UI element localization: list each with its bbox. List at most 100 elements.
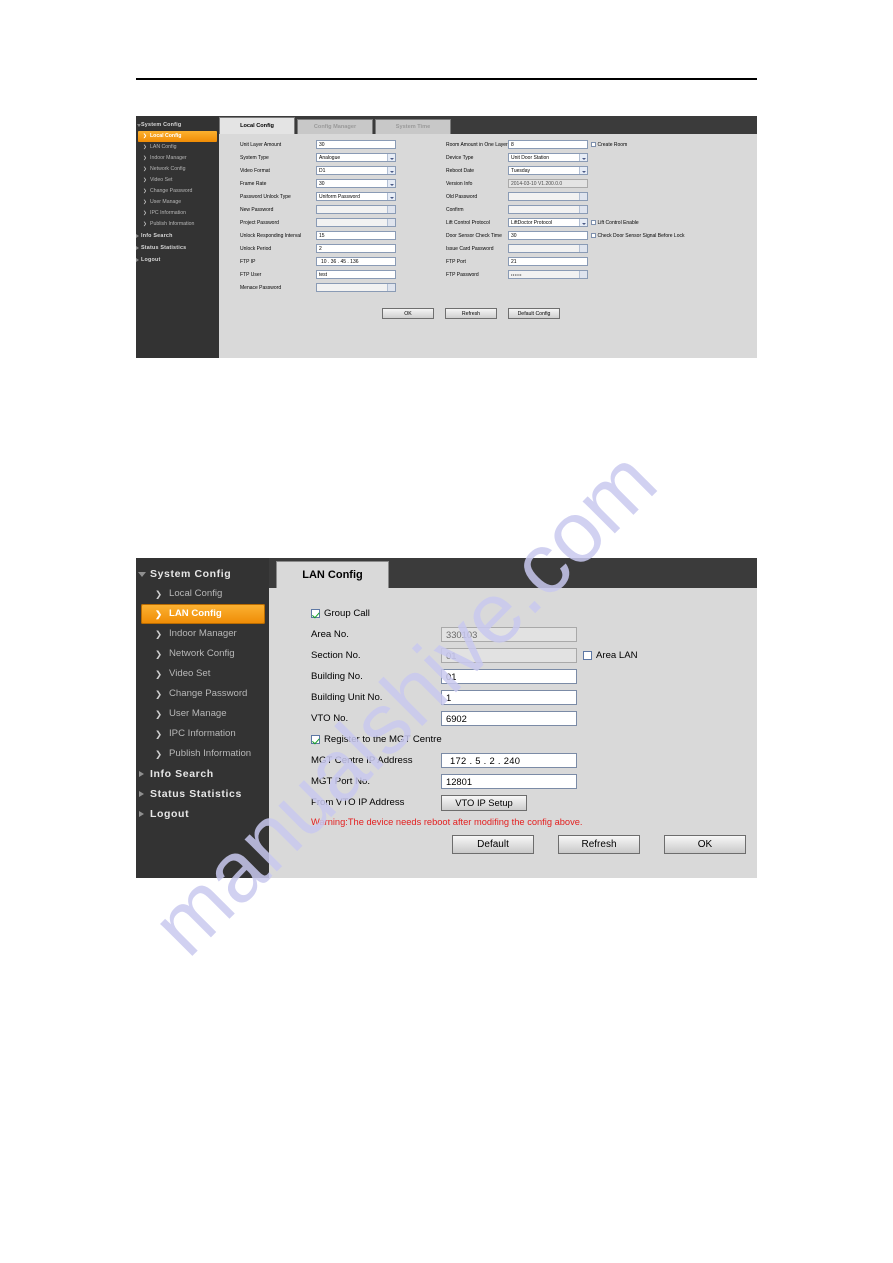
sidebar-item-label: Change Password (150, 188, 193, 194)
area-lan-checkbox[interactable]: Area LAN (583, 650, 638, 661)
reboot-date-select[interactable]: Tuesday (508, 166, 588, 175)
sidebar-group-info-search[interactable]: Info Search (136, 764, 269, 784)
vto-ip-setup-button[interactable]: VTO IP Setup (441, 794, 527, 811)
field-label: FTP Port (446, 258, 466, 265)
sidebar-item-label: LAN Config (169, 608, 222, 619)
tab-system-time[interactable]: System Time (375, 119, 451, 134)
device-type-select[interactable]: Unit Door Station (508, 153, 588, 162)
checkbox-box (311, 609, 320, 618)
keyboard-icon[interactable] (579, 245, 587, 252)
default-button[interactable]: Default (452, 835, 534, 854)
building-no-input[interactable]: 01 (441, 669, 577, 684)
ok-button[interactable]: OK (664, 835, 746, 854)
create-room-checkbox[interactable]: Create Room (591, 142, 627, 148)
keyboard-icon[interactable] (579, 271, 587, 278)
sidebar-item-label: IPC Information (169, 728, 236, 739)
video-format-select[interactable]: D1 (316, 166, 396, 175)
field-label: System Type (240, 154, 269, 161)
mgt-centre-ip-address-input[interactable]: 172 . 5 . 2 . 240 (441, 753, 577, 768)
ftp-port-input[interactable]: 21 (508, 257, 588, 266)
sidebar-item-network-config[interactable]: ❯ Network Config (138, 164, 217, 175)
tab-local-config[interactable]: Local Config (219, 117, 295, 134)
chevron-down-icon (387, 193, 395, 200)
field-label: From VTO IP Address (311, 797, 405, 808)
select-value: Unit Door Station (511, 155, 550, 161)
field-label: FTP User (240, 271, 262, 278)
ftp-user-input[interactable]: test (316, 270, 396, 279)
check-door-sensor-signal-checkbox[interactable]: Check Door Sensor Signal Before Lock (591, 233, 685, 239)
sidebar-item-video-set[interactable]: ❯ Video Set (138, 175, 217, 186)
sidebar-item-change-password[interactable]: ❯ Change Password (141, 684, 265, 704)
sidebar-group-info-search[interactable]: Info Search (136, 230, 219, 242)
keyboard-icon[interactable] (387, 284, 395, 291)
frame-rate-select[interactable]: 30 (316, 179, 396, 188)
lift-control-enable-checkbox[interactable]: Lift Control Enable (591, 220, 639, 226)
lift-control-protocol-select[interactable]: LiftDoctor Protocol (508, 218, 588, 227)
sidebar-item-indoor-manager[interactable]: ❯ Indoor Manager (138, 153, 217, 164)
room-amount-input[interactable]: 8 (508, 140, 588, 149)
sidebar-item-indoor-manager[interactable]: ❯ Indoor Manager (141, 624, 265, 644)
tab-lan-config[interactable]: LAN Config (276, 561, 389, 588)
input-value: •••••• (511, 272, 522, 277)
sidebar-item-ipc-information[interactable]: ❯ IPC Information (138, 208, 217, 219)
sidebar-item-publish-information[interactable]: ❯ Publish Information (141, 744, 265, 764)
unlock-period-input[interactable]: 2 (316, 244, 396, 253)
unit-layer-amount-input[interactable]: 30 (316, 140, 396, 149)
sidebar-item-local-config[interactable]: ❯ Local Config (138, 131, 217, 142)
project-password-input[interactable] (316, 218, 396, 227)
unlock-responding-interval-input[interactable]: 15 (316, 231, 396, 240)
chevron-right-icon: ❯ (155, 609, 163, 619)
keyboard-icon[interactable] (579, 193, 587, 200)
sidebar-item-ipc-information[interactable]: ❯ IPC Information (141, 724, 265, 744)
keyboard-icon[interactable] (387, 206, 395, 213)
sidebar-item-video-set[interactable]: ❯ Video Set (141, 664, 265, 684)
sidebar-group-logout[interactable]: Logout (136, 804, 269, 824)
field-room-amount-in-one-layer: Room Amount in One Layer 8 Create Room (446, 138, 685, 151)
keyboard-icon[interactable] (387, 219, 395, 226)
sidebar-item-network-config[interactable]: ❯ Network Config (141, 644, 265, 664)
tab-config-manager[interactable]: Config Manager (297, 119, 373, 134)
ftp-password-input[interactable]: •••••• (508, 270, 588, 279)
new-password-input[interactable] (316, 205, 396, 214)
ok-button[interactable]: OK (382, 308, 434, 319)
old-password-input[interactable] (508, 192, 588, 201)
ftp-ip-input[interactable]: 10 . 36 . 45 . 136 (316, 257, 396, 266)
password-unlock-type-select[interactable]: Uniform Password (316, 192, 396, 201)
vto-no-input[interactable]: 6902 (441, 711, 577, 726)
chevron-right-icon: ❯ (143, 144, 147, 149)
select-value: Uniform Password (319, 194, 360, 200)
keyboard-icon[interactable] (579, 206, 587, 213)
register-to-mgt-centre-checkbox[interactable]: Register to the MGT Centre (311, 734, 442, 745)
sidebar-group-status-statistics[interactable]: Status Statistics (136, 784, 269, 804)
refresh-button[interactable]: Refresh (445, 308, 497, 319)
issue-card-password-input[interactable] (508, 244, 588, 253)
field-device-type: Device Type Unit Door Station (446, 151, 685, 164)
confirm-password-input[interactable] (508, 205, 588, 214)
local-config-tabs: Local Config Config Manager System Time (219, 116, 453, 134)
mgt-port-no-input[interactable]: 12801 (441, 774, 577, 789)
sidebar-item-publish-information[interactable]: ❯ Publish Information (138, 219, 217, 230)
sidebar-group-system-config[interactable]: System Config (136, 564, 269, 584)
menace-password-input[interactable] (316, 283, 396, 292)
sidebar-item-user-manage[interactable]: ❯ User Manage (138, 197, 217, 208)
sidebar-group-system-config[interactable]: System Config (136, 119, 219, 131)
sidebar-item-local-config[interactable]: ❯ Local Config (141, 584, 265, 604)
sidebar-item-lan-config[interactable]: ❯ LAN Config (138, 142, 217, 153)
sidebar-group-status-statistics[interactable]: Status Statistics (136, 242, 219, 254)
default-config-button[interactable]: Default Config (508, 308, 560, 319)
sidebar-group-label: Status Statistics (150, 788, 242, 800)
sidebar-item-user-manage[interactable]: ❯ User Manage (141, 704, 265, 724)
register-mgt-row: Register to the MGT Centre (311, 729, 741, 750)
field-mgt-centre-ip-address: MGT Centre IP Address 172 . 5 . 2 . 240 (311, 750, 741, 771)
chevron-down-icon (387, 180, 395, 187)
sidebar-item-change-password[interactable]: ❯ Change Password (138, 186, 217, 197)
building-unit-no-input[interactable]: 1 (441, 690, 577, 705)
sidebar-item-lan-config[interactable]: ❯ LAN Config (141, 604, 265, 624)
system-type-select[interactable]: Analogue (316, 153, 396, 162)
field-section-no: Section No. 01 Area LAN (311, 645, 741, 666)
door-sensor-check-time-input[interactable]: 30 (508, 231, 588, 240)
checkbox-label: Register to the MGT Centre (324, 734, 442, 745)
refresh-button[interactable]: Refresh (558, 835, 640, 854)
sidebar-group-logout[interactable]: Logout (136, 254, 219, 266)
group-call-checkbox[interactable]: Group Call (311, 608, 370, 619)
